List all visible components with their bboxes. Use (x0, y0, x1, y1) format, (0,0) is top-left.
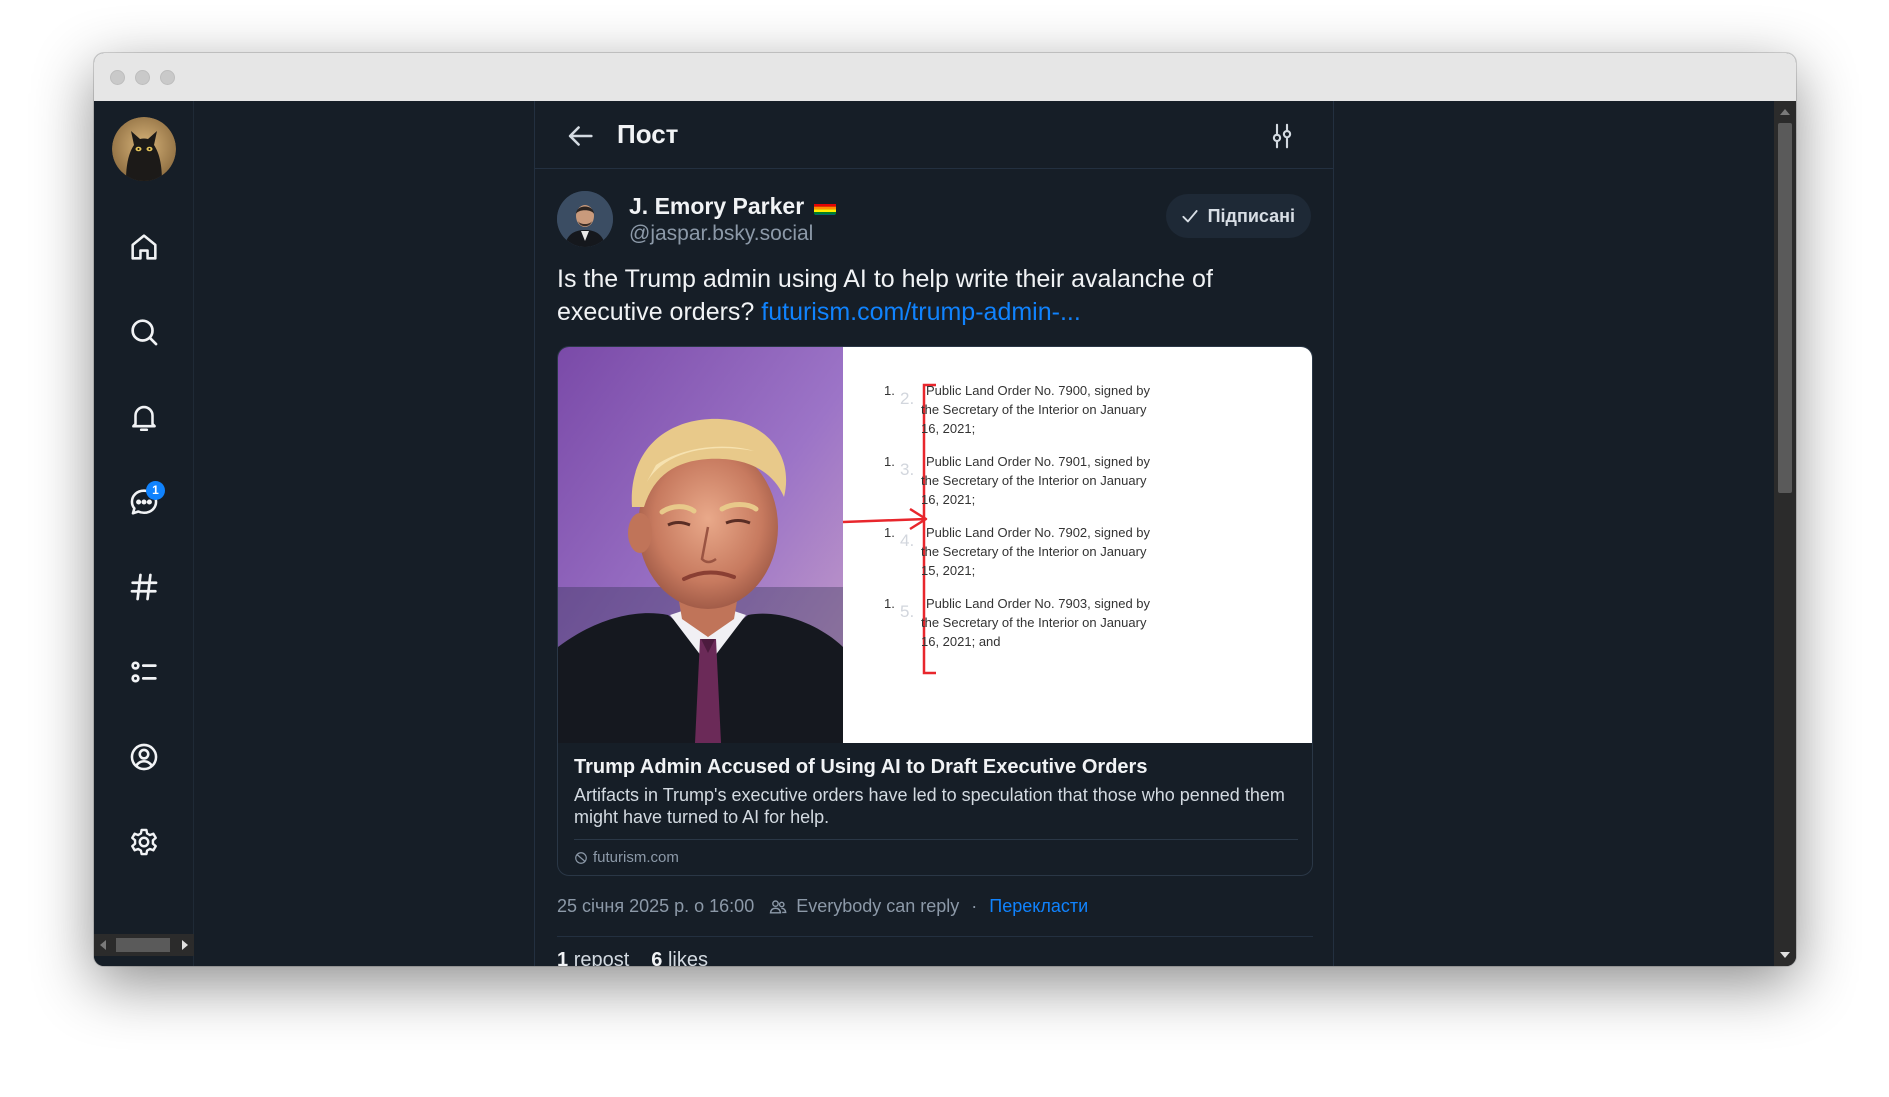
link-card-image: 1. 2. Public Land Order No. 7900, signed b… (558, 347, 1312, 743)
vertical-scrollbar[interactable] (1774, 101, 1796, 966)
likes-count: 6 (651, 949, 663, 966)
rainbow-flag-icon (814, 199, 837, 215)
nav-lists[interactable] (119, 647, 169, 697)
post-timestamp[interactable]: 25 січня 2025 р. о 16:00 (557, 896, 754, 917)
document-item-line: Public Land Order No. 7901, signed by (926, 454, 1151, 469)
document-item-ghost-number: 4. (900, 531, 914, 550)
document-item-ghost-number: 5. (900, 602, 914, 621)
horizontal-scroll-thumb[interactable] (116, 938, 170, 952)
window-zoom-button[interactable] (160, 69, 175, 85)
people-icon (769, 899, 787, 914)
document-item-line: 16, 2021; (921, 492, 975, 507)
document-item-line: 16, 2021; and (921, 634, 1001, 649)
meta-separator: · (971, 896, 978, 916)
window-minimize-button[interactable] (135, 69, 150, 85)
page-title: Пост (617, 119, 679, 149)
my-avatar[interactable] (112, 117, 176, 181)
hashtag-icon (130, 573, 158, 601)
document-item-ghost-number: 3. (900, 460, 914, 479)
document-item-number: 1. (884, 383, 895, 398)
vertical-scroll-thumb[interactable] (1778, 123, 1792, 493)
window-close-button[interactable] (110, 69, 125, 85)
link-card-description: Artifacts in Trump's executive orders ha… (574, 785, 1285, 827)
person-avatar-icon (557, 191, 613, 247)
nav-feeds[interactable] (119, 562, 169, 612)
bell-icon (132, 405, 156, 432)
author-handle[interactable]: @jaspar.bsky.social (629, 222, 813, 246)
nav-search[interactable] (119, 307, 169, 357)
translate-link[interactable]: Перекласти (989, 896, 1088, 917)
link-card[interactable]: 1. 2. Public Land Order No. 7900, signed b… (557, 346, 1313, 876)
window-titlebar (94, 53, 1796, 101)
reposts-count: 1 (557, 949, 569, 966)
nav-settings[interactable] (119, 817, 169, 867)
link-card-domain-text: futurism.com (593, 849, 679, 866)
following-button[interactable]: Підписані (1165, 194, 1311, 238)
link-card-divider (574, 839, 1298, 840)
document-item-line: the Secretary of the Interior on January (921, 615, 1147, 630)
profile-icon (130, 743, 158, 771)
document-item-line: the Secretary of the Interior on January (921, 402, 1147, 417)
scroll-left-arrow-icon[interactable] (100, 940, 106, 950)
post-stats: 1 repost 6 likes (557, 949, 708, 966)
post-link[interactable]: futurism.com/trump-admin-... (761, 298, 1081, 326)
post-thread-column: Пост J. Emory Parker @jaspar.bsky.social… (534, 101, 1334, 966)
following-button-label: Підписані (1207, 205, 1295, 226)
post-header: Пост (535, 101, 1333, 169)
document-item-line: Public Land Order No. 7902, signed by (926, 525, 1151, 540)
nav-notifications[interactable] (119, 392, 169, 442)
post-body: Is the Trump admin using AI to help writ… (557, 263, 1317, 329)
scroll-up-arrow-icon[interactable] (1780, 109, 1790, 115)
home-icon (131, 234, 157, 260)
link-card-title: Trump Admin Accused of Using AI to Draft… (574, 756, 1148, 778)
document-item-number: 1. (884, 454, 895, 469)
nav-home[interactable] (119, 222, 169, 272)
search-icon (131, 319, 158, 346)
likes-stat[interactable]: 6 likes (651, 949, 708, 966)
back-arrow-icon[interactable] (563, 119, 597, 153)
document-item-line: Public Land Order No. 7900, signed by (926, 383, 1151, 398)
scroll-down-arrow-icon[interactable] (1780, 952, 1790, 958)
gear-icon (131, 828, 157, 856)
chat-unread-badge: 1 (146, 481, 165, 500)
cat-avatar-icon (112, 117, 176, 181)
author-avatar[interactable] (557, 191, 613, 247)
post-meta-row: 25 січня 2025 р. о 16:00 Everybody can r… (557, 896, 1088, 917)
document-item-number: 1. (884, 596, 895, 611)
app-content: 1 Пост J. Emory Parker @jaspar.bsky.soci… (94, 101, 1796, 966)
stats-divider (557, 936, 1313, 937)
browser-window: 1 Пост J. Emory Parker @jaspar.bsky.soci… (94, 53, 1796, 966)
nav-profile[interactable] (119, 732, 169, 782)
reposts-label: repost (573, 949, 630, 966)
nav-chat[interactable]: 1 (119, 477, 169, 527)
document-item-ghost-number: 2. (900, 389, 914, 408)
document-item-line: the Secretary of the Interior on January (921, 473, 1147, 488)
likes-label: likes (667, 949, 708, 966)
document-item-line: the Secretary of the Interior on January (921, 544, 1147, 559)
left-nav-rail: 1 (94, 101, 194, 966)
link-card-domain: futurism.com (574, 849, 679, 866)
author-name[interactable]: J. Emory Parker (629, 193, 837, 220)
scroll-right-arrow-icon[interactable] (182, 940, 188, 950)
sliders-icon[interactable] (1267, 121, 1297, 151)
document-item-number: 1. (884, 525, 895, 540)
document-item-line: Public Land Order No. 7903, signed by (926, 596, 1151, 611)
reposts-stat[interactable]: 1 repost (557, 949, 629, 966)
document-item-line: 15, 2021; (921, 563, 975, 578)
check-icon (1181, 210, 1198, 223)
globe-icon (575, 851, 587, 864)
author-name-text: J. Emory Parker (629, 193, 805, 219)
horizontal-scrollbar[interactable] (94, 934, 194, 956)
list-icon (131, 661, 157, 683)
document-item-line: 16, 2021; (921, 421, 975, 436)
reply-setting[interactable]: Everybody can reply (796, 896, 959, 917)
